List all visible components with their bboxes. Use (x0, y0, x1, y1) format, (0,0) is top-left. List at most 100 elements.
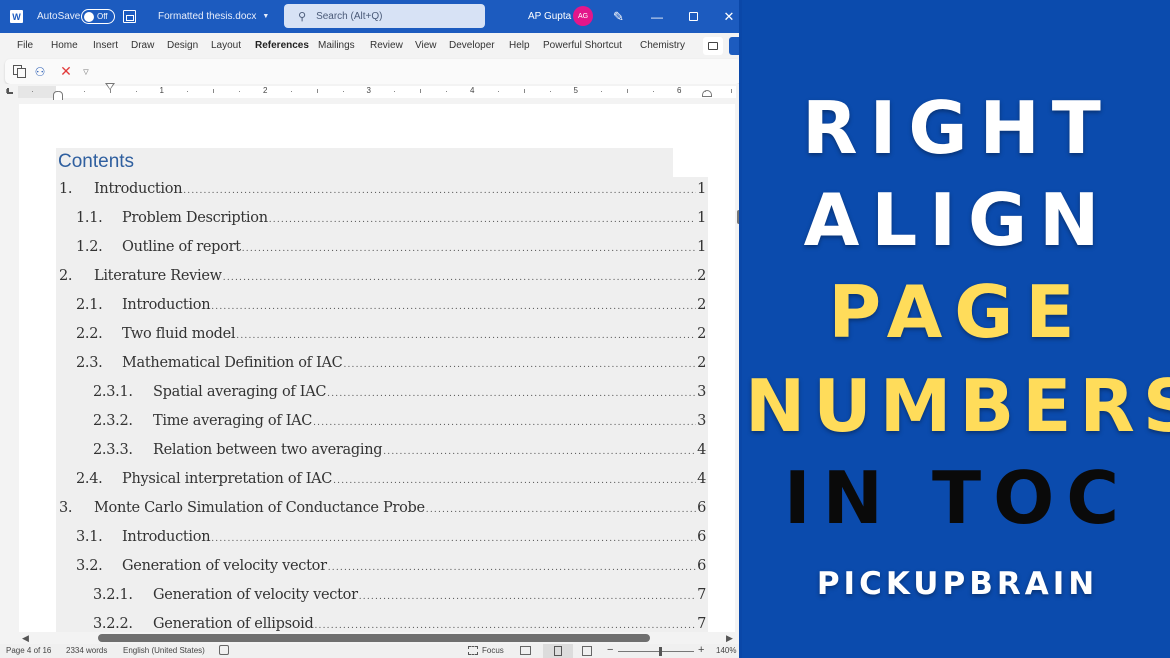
comments-button[interactable] (703, 37, 723, 55)
toc-entry[interactable]: 2.3.2. Time averaging of IAC.............… (56, 413, 706, 437)
toc-entry[interactable]: 2.4. Physical interpretation of IAC .....… (56, 471, 706, 495)
horizontal-scrollbar[interactable]: ◀ ▶ (0, 632, 739, 644)
toc-page-number: 4 (697, 471, 706, 487)
save-icon[interactable] (123, 0, 136, 33)
scroll-left-icon[interactable]: ◀ (22, 633, 29, 644)
share-button[interactable] (729, 37, 739, 55)
table-of-contents[interactable]: Contents 1. Introduction.................… (56, 148, 708, 648)
tab-help[interactable]: Help (509, 40, 530, 51)
accessibility-icon[interactable] (219, 645, 229, 655)
title-banner: RIGHT ALIGN PAGE NUMBERS IN TOC PICKUPBR… (745, 0, 1170, 658)
tab-selector-icon[interactable] (7, 88, 13, 94)
autosave-toggle[interactable]: Off (81, 0, 115, 33)
toc-entry-number: 2.3.3. (93, 442, 133, 458)
minimize-button[interactable]: — (650, 0, 664, 33)
toggle-knob (84, 11, 94, 22)
ruler-mark (497, 91, 499, 92)
toc-entry-number: 2. (59, 268, 73, 284)
toc-entry-number: 2.3. (76, 355, 103, 371)
ruler-mark (239, 91, 241, 92)
toc-entry[interactable]: 3.2. Generation of velocity vector.......… (56, 558, 706, 582)
search-placeholder: Search (Alt+Q) (316, 10, 383, 22)
web-layout-icon[interactable] (582, 646, 592, 656)
vertical-scrollbar-thumb[interactable] (737, 210, 739, 224)
hierarchy-icon[interactable]: ⚇ (33, 64, 47, 79)
maximize-button[interactable] (686, 0, 700, 33)
toc-entry[interactable]: 2.3.3. Relation between two averaging....… (56, 442, 706, 466)
tab-chemistry[interactable]: Chemistry (640, 40, 685, 51)
language-status[interactable]: English (United States) (123, 646, 205, 655)
tab-developer[interactable]: Developer (449, 40, 495, 51)
ruler-mark (653, 91, 655, 92)
toc-entry[interactable]: 2. Literature Review ....................… (56, 268, 706, 292)
toc-entry-text: Monte Carlo Simulation of Conductance Pr… (94, 500, 425, 516)
toc-entry[interactable]: 1. Introduction..........................… (56, 181, 706, 205)
focus-icon[interactable] (468, 646, 478, 655)
add-text-icon[interactable] (12, 64, 26, 79)
user-name[interactable]: AP Gupta (528, 0, 571, 33)
toc-entry-text: Introduction (94, 181, 183, 197)
autosave-state: Off (97, 12, 108, 21)
pen-icon[interactable]: ✎ (613, 0, 624, 33)
ruler-mark (213, 89, 215, 93)
zoom-slider-thumb[interactable] (658, 647, 662, 656)
ruler-mark (342, 91, 344, 92)
word-count[interactable]: 2334 words (66, 646, 107, 655)
scroll-right-icon[interactable]: ▶ (726, 633, 733, 644)
toc-dot-leader: ........................................… (327, 563, 697, 573)
toc-entry[interactable]: 2.1. Introduction .......................… (56, 297, 706, 321)
toc-page-number: 2 (697, 297, 706, 313)
tab-layout[interactable]: Layout (211, 40, 241, 51)
toc-entry[interactable]: 2.3.1. Spatial averaging of IAC..........… (56, 384, 706, 408)
focus-button[interactable]: Focus (482, 646, 504, 655)
toc-dot-leader: ........................................… (211, 534, 696, 544)
page-count[interactable]: Page 4 of 16 (6, 646, 51, 655)
print-layout-button[interactable] (543, 644, 573, 658)
zoom-in-button[interactable]: + (698, 644, 704, 656)
toc-entry-text: Generation of velocity vector (153, 587, 358, 603)
page-margin (673, 148, 709, 177)
toc-page-number: 1 (697, 210, 706, 226)
tab-review[interactable]: Review (370, 40, 403, 51)
right-indent-marker[interactable] (702, 90, 712, 97)
zoom-out-button[interactable]: − (607, 644, 613, 656)
toc-entry[interactable]: 3.2.1. Generation of velocity vector.....… (56, 587, 706, 611)
brand-name: PICKUPBRAIN (816, 566, 1099, 602)
toc-page-number: 3 (697, 384, 706, 400)
toc-entry-number: 2.3.2. (93, 413, 133, 429)
tab-insert[interactable]: Insert (93, 40, 118, 51)
tab-home[interactable]: Home (51, 40, 78, 51)
toc-entry-number: 3.1. (76, 529, 103, 545)
tab-powerful-shortcut[interactable]: Powerful Shortcut (543, 40, 622, 51)
close-button[interactable]: ✕ (722, 0, 736, 33)
toc-entry[interactable]: 2.2. Two fluid model.....................… (56, 326, 706, 350)
zoom-level[interactable]: 140% (716, 646, 736, 655)
search-input[interactable]: ⚲ Search (Alt+Q) (284, 4, 485, 28)
tab-view[interactable]: View (415, 40, 437, 51)
toc-entry[interactable]: 2.3. Mathematical Definition of IAC......… (56, 355, 706, 379)
tab-design[interactable]: Design (167, 40, 198, 51)
toc-entry[interactable]: 3.1. Introduction .......................… (56, 529, 706, 553)
document-page[interactable]: Contents 1. Introduction.................… (19, 104, 735, 648)
avatar[interactable]: AG (573, 6, 593, 26)
word-logo-icon: W (10, 0, 26, 33)
toc-entry[interactable]: 1.1. Problem Description.................… (56, 210, 706, 234)
document-title-button[interactable]: Formatted thesis.docx ▼ (158, 0, 269, 33)
toc-dot-leader: ........................................… (183, 186, 696, 196)
toc-entry-text: Introduction (122, 529, 211, 545)
toc-entry[interactable]: 1.2. Outline of report...................… (56, 239, 706, 263)
tab-file[interactable]: File (17, 40, 33, 51)
horizontal-scrollbar-thumb[interactable] (98, 634, 650, 642)
customize-qat-icon[interactable]: ▽ (81, 64, 91, 79)
read-mode-icon[interactable] (520, 646, 531, 655)
zoom-slider[interactable] (618, 651, 694, 652)
horizontal-ruler[interactable]: 1 2 3 4 5 6 (0, 83, 739, 101)
tab-draw[interactable]: Draw (131, 40, 154, 51)
toc-entry-number: 2.3.1. (93, 384, 133, 400)
tab-mailings[interactable]: Mailings (318, 40, 355, 51)
delete-toc-icon[interactable]: ✕ (59, 63, 73, 79)
toc-entry-number: 3. (59, 500, 73, 516)
tab-references[interactable]: References (255, 40, 309, 51)
ruler-mark (601, 91, 603, 92)
toc-entry[interactable]: 3. Monte Carlo Simulation of Conductance … (56, 500, 706, 524)
